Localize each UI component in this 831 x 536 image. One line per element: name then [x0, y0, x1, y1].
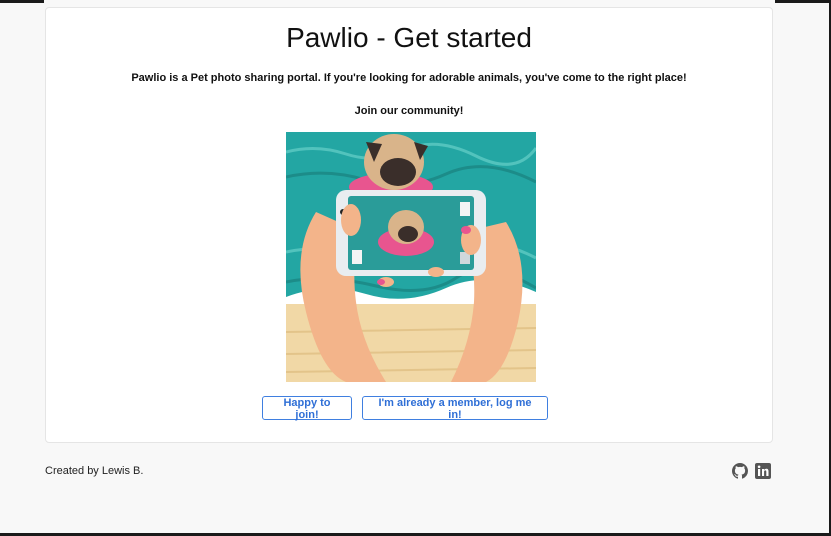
get-started-card: Pawlio - Get started Pawlio is a Pet pho… — [45, 7, 773, 443]
footer-credit: Created by Lewis B. — [45, 465, 144, 477]
intro-text: Pawlio is a Pet photo sharing portal. If… — [131, 72, 687, 84]
page-title: Pawlio - Get started — [286, 22, 532, 53]
join-button[interactable]: Happy to join! — [262, 396, 352, 421]
join-community-text: Join our community! — [354, 105, 464, 117]
linkedin-icon[interactable] — [755, 463, 771, 479]
pug-photo-illustration-icon — [286, 132, 536, 382]
login-button[interactable]: I'm already a member, log me in! — [362, 396, 548, 421]
github-icon[interactable] — [732, 463, 748, 479]
window-top-gap — [44, 0, 775, 3]
